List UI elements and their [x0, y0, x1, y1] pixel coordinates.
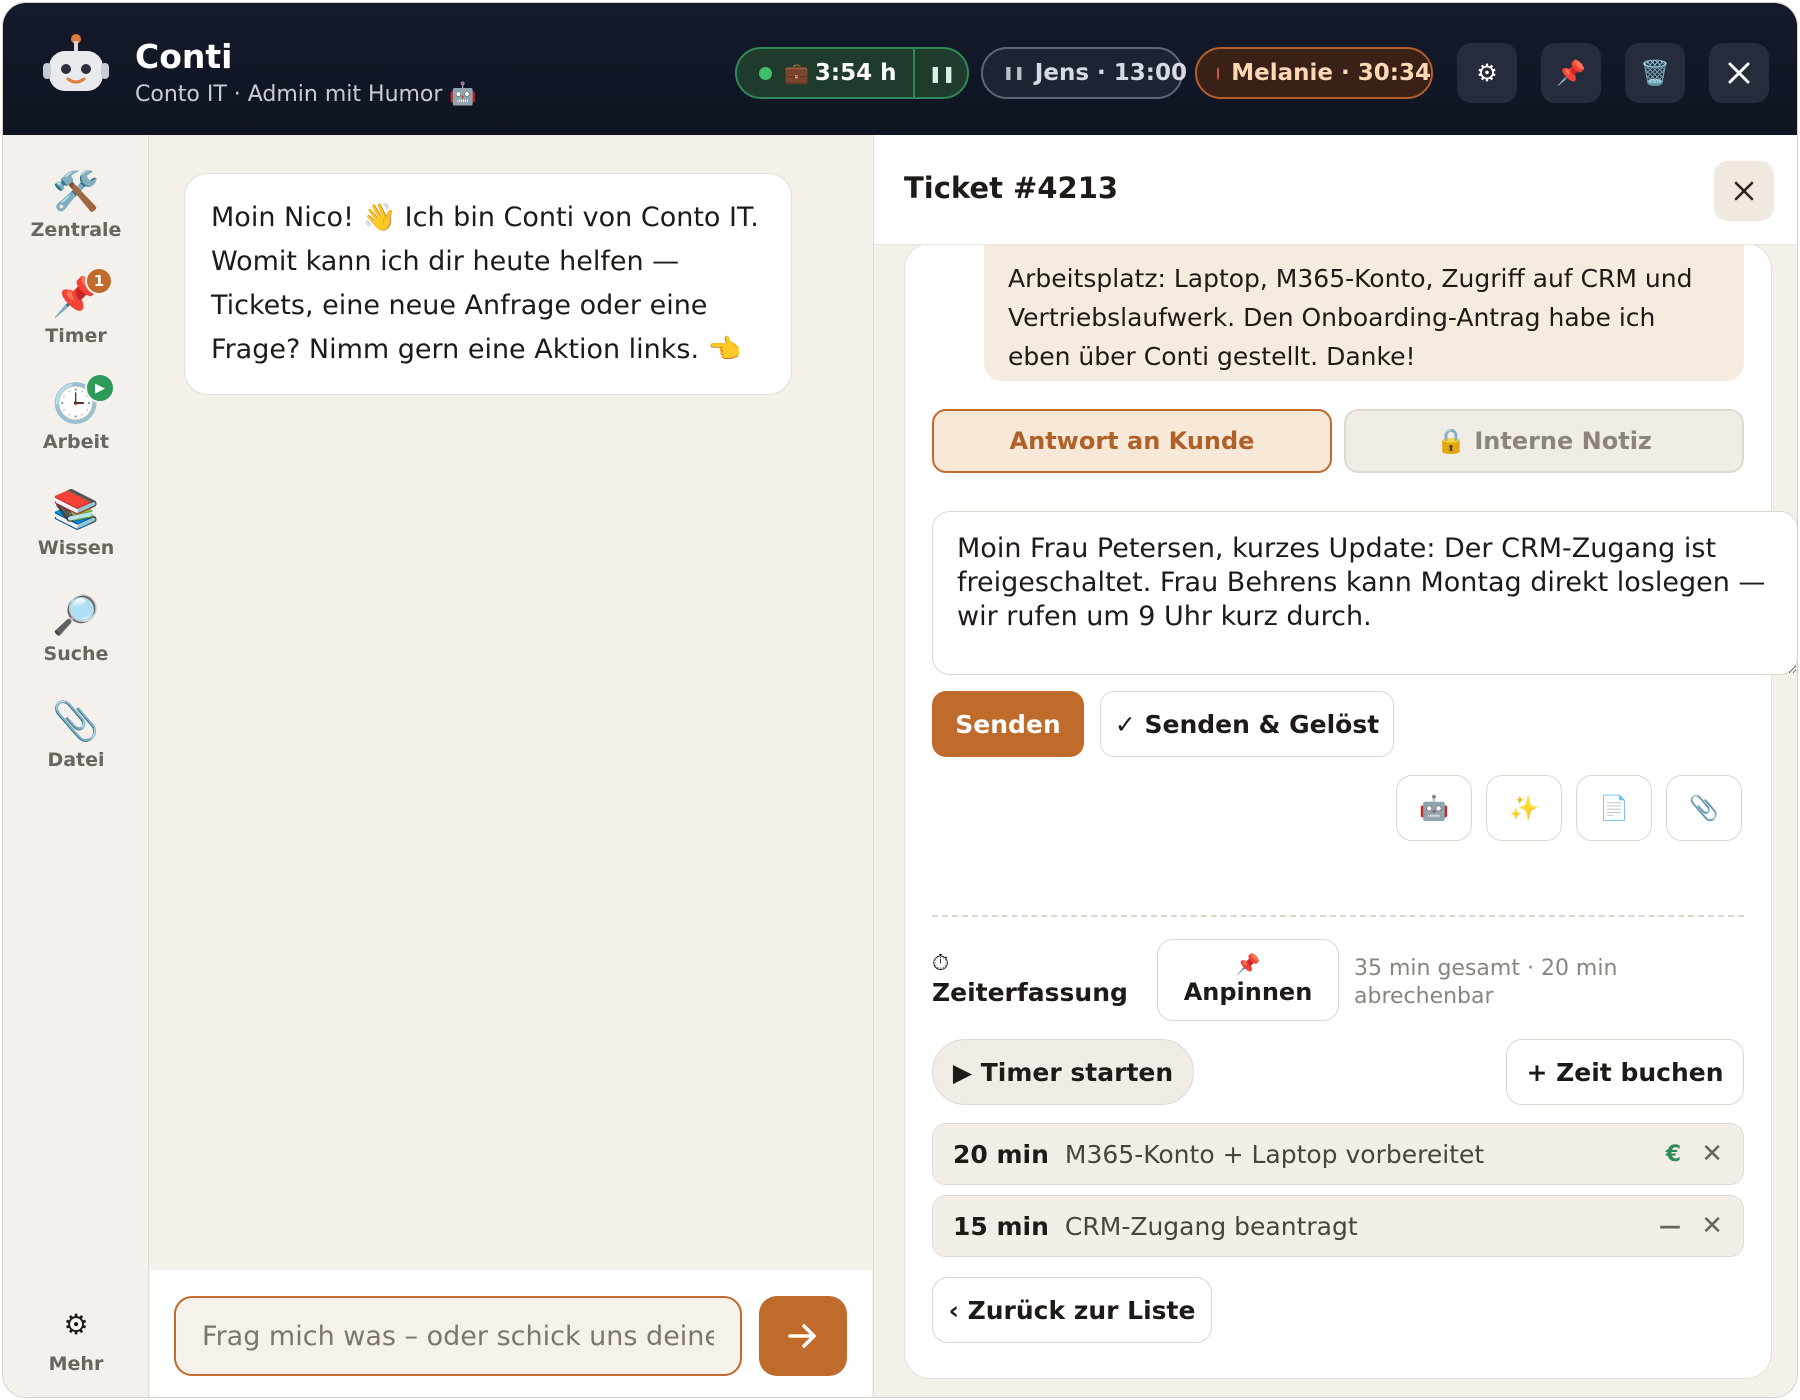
sidebar-item-zentrale[interactable]: 🛠️ Zentrale [3, 169, 149, 241]
timer-pill-melanie[interactable]: Melanie · 30:34 [1195, 47, 1433, 99]
chat-input-bar [150, 1270, 872, 1397]
start-timer-button[interactable]: ▶ Timer starten [932, 1039, 1194, 1105]
brand-block: Conti Conto IT · Admin mit Humor 🤖 [135, 37, 477, 107]
stopwatch-icon: ⏱ [932, 951, 950, 976]
sidebar-item-label: Mehr [48, 1353, 104, 1375]
time-entry-row[interactable]: 15 min CRM-Zugang beantragt — ✕ [932, 1195, 1744, 1257]
sidebar-item-arbeit[interactable]: 🕒 Arbeit ▶ [3, 373, 149, 453]
time-summary: 35 min gesamt · 20 min abrechenbar [1354, 956, 1618, 1009]
improve-text-button[interactable]: ✨ [1486, 775, 1562, 841]
assistant-message: Moin Nico! 👋 Ich bin Conti von Conto IT.… [184, 173, 792, 395]
time-tracking-heading: ⏱ Zeiterfassung [932, 951, 1128, 1007]
attach-button[interactable]: 📎 [1666, 775, 1742, 841]
time-entry-duration: 15 min [953, 1211, 1049, 1241]
send-button[interactable]: Senden [932, 691, 1084, 757]
sidebar-item-label: Zentrale [30, 219, 122, 241]
timer-melanie-label: Melanie · 30:34 [1231, 60, 1431, 86]
app-title: Conti [135, 37, 233, 76]
pause-icon: ❚❚ [1003, 65, 1025, 81]
books-icon: 📚 [52, 487, 100, 531]
timer-count-badge: 1 [85, 267, 113, 295]
sidebar-item-label: Wissen [37, 537, 115, 559]
briefcase-icon: 💼 [784, 61, 809, 85]
paperclip-icon: 📎 [1689, 794, 1719, 822]
ai-assist-button[interactable]: 🤖 [1396, 775, 1472, 841]
remove-entry-icon[interactable]: ✕ [1701, 1139, 1723, 1169]
document-icon: 📄 [1599, 794, 1629, 822]
work-timer-pill[interactable]: 💼 3:54 h ❚❚ [735, 47, 969, 99]
pin-label: Anpinnen [1183, 978, 1313, 1006]
close-window-button[interactable] [1709, 43, 1769, 103]
back-to-list-button[interactable]: ‹ Zurück zur Liste [932, 1277, 1212, 1343]
section-divider [932, 915, 1744, 917]
ticket-header: Ticket #4213 [874, 135, 1797, 245]
billable-euro-icon[interactable]: € [1666, 1142, 1681, 1167]
time-entry-duration: 20 min [953, 1139, 1049, 1169]
gear-icon: ⚙ [1476, 59, 1498, 87]
sidebar-item-label: Arbeit [42, 431, 110, 453]
trash-icon: 🗑️ [1640, 59, 1670, 87]
pushpin-icon: 📌 [52, 275, 100, 319]
arrow-right-icon [788, 1324, 816, 1348]
close-icon [1734, 181, 1754, 201]
timer-pill-jens[interactable]: ❚❚ Jens · 13:00 [981, 47, 1187, 99]
send-and-solve-button[interactable]: ✓ Senden & Gelöst [1100, 691, 1394, 757]
close-icon [1728, 62, 1750, 84]
robot-logo-icon [43, 34, 109, 91]
pushpin-icon: 📌 [1556, 59, 1586, 87]
paperclip-icon: 📎 [52, 699, 100, 743]
non-billable-dash-icon[interactable]: — [1659, 1214, 1681, 1239]
pin-ticket-button[interactable]: 📌 Anpinnen [1157, 939, 1339, 1021]
sidebar-item-label: Suche [43, 643, 109, 665]
send-message-button[interactable] [759, 1296, 847, 1376]
sidebar-item-datei[interactable]: 📎 Datei [3, 699, 149, 771]
sidebar-item-label: Datei [47, 749, 105, 771]
time-entry-description: M365-Konto + Laptop vorbereitet [1064, 1139, 1485, 1169]
pin-button[interactable]: 📌 [1541, 43, 1601, 103]
sidebar: 🛠️ Zentrale 📌 Timer 1 🕒 Arbeit ▶ 📚 Wisse… [3, 135, 149, 1397]
timer-jens-label: Jens · 13:00 [1034, 60, 1187, 86]
tab-internal-note[interactable]: 🔒 Interne Notiz [1344, 409, 1744, 473]
chat-input[interactable] [174, 1296, 742, 1376]
work-timer-value: 3:54 h [814, 60, 897, 86]
close-ticket-button[interactable] [1714, 161, 1774, 221]
gear-icon: ⚙ [63, 1308, 89, 1341]
time-entry-description: CRM-Zugang beantragt [1064, 1211, 1358, 1241]
settings-button[interactable]: ⚙ [1457, 43, 1517, 103]
header-bar: Conti Conto IT · Admin mit Humor 🤖 💼 3:5… [3, 3, 1797, 135]
sparkles-icon: ✨ [1509, 794, 1539, 822]
trash-button[interactable]: 🗑️ [1625, 43, 1685, 103]
sidebar-item-wissen[interactable]: 📚 Wissen [3, 487, 149, 559]
pause-icon[interactable]: ❚❚ [915, 64, 969, 83]
tab-reply-customer[interactable]: Antwort an Kunde [932, 409, 1332, 473]
play-badge-icon: ▶ [85, 373, 115, 403]
reply-textarea[interactable]: Moin Frau Petersen, kurzes Update: Der C… [932, 511, 1797, 675]
ticket-title: Ticket #4213 [904, 171, 1119, 205]
sidebar-item-label: Timer [45, 325, 107, 347]
sidebar-item-mehr[interactable]: ⚙ Mehr [3, 1303, 149, 1375]
running-dot-icon [759, 66, 772, 80]
clock-icon: 🕒 [52, 381, 100, 425]
customer-message: Arbeitsplatz: Laptop, M365-Konto, Zugrif… [984, 245, 1744, 381]
pushpin-icon: 📌 [1235, 952, 1261, 976]
magnifier-icon: 🔎 [52, 593, 100, 637]
template-button[interactable]: 📄 [1576, 775, 1652, 841]
time-entry-row[interactable]: 20 min M365-Konto + Laptop vorbereitet €… [932, 1123, 1744, 1185]
tools-icon: 🛠️ [52, 169, 100, 213]
sidebar-item-timer[interactable]: 📌 Timer 1 [3, 267, 149, 347]
robot-icon: 🤖 [1419, 794, 1449, 822]
time-tracking-label: Zeiterfassung [932, 978, 1128, 1007]
recording-dot-icon [1217, 66, 1220, 80]
sidebar-item-suche[interactable]: 🔎 Suche [3, 593, 149, 665]
chat-panel: Moin Nico! 👋 Ich bin Conti von Conto IT.… [150, 135, 872, 1397]
app-window: Conti Conto IT · Admin mit Humor 🤖 💼 3:5… [2, 2, 1798, 1398]
app-subtitle: Conto IT · Admin mit Humor 🤖 [135, 82, 477, 107]
ticket-panel: Arbeitsplatz: Laptop, M365-Konto, Zugrif… [873, 135, 1797, 1397]
remove-entry-icon[interactable]: ✕ [1701, 1211, 1723, 1241]
book-time-button[interactable]: + Zeit buchen [1506, 1039, 1744, 1105]
